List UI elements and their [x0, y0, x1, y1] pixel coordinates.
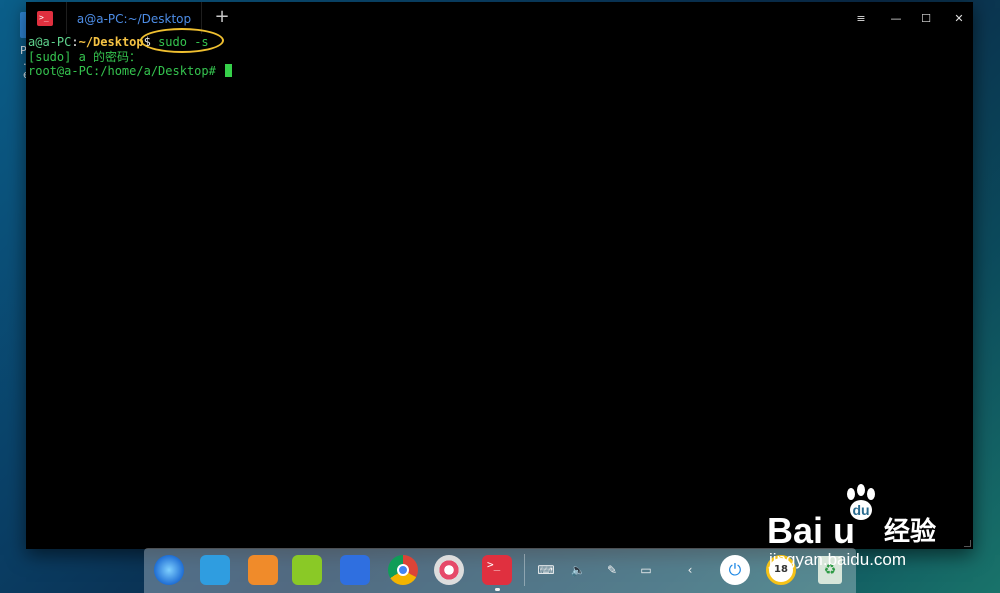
root-prompt: root@a-PC:/home/a/Desktop# [28, 64, 224, 78]
running-indicator [495, 588, 500, 591]
baidu-watermark: Bai u du 经验 jingyan.baidu.com [767, 484, 957, 574]
close-button[interactable]: ✕ [950, 10, 968, 28]
terminal-icon[interactable]: >_ [482, 555, 512, 585]
volume-icon[interactable]: 🔈 [568, 560, 588, 580]
minimize-button[interactable]: — [887, 10, 905, 28]
maximize-button[interactable]: ☐ [917, 10, 935, 28]
terminal-output[interactable]: a@a-PC:~/Desktop$ sudo -s [sudo] a 的密码： … [28, 28, 973, 549]
terminal-app-icon: >_ [37, 11, 53, 26]
terminal-line-1: a@a-PC:~/Desktop$ sudo -s [28, 28, 973, 53]
music-icon[interactable] [292, 555, 322, 585]
svg-text:du: du [852, 502, 869, 518]
prompt-user: a@a-PC [28, 35, 72, 49]
prompt-separator: : [71, 35, 79, 49]
resize-handle[interactable] [964, 540, 971, 547]
dock-separator [524, 554, 525, 586]
watermark-url: jingyan.baidu.com [769, 550, 907, 569]
file-manager-icon[interactable] [200, 555, 230, 585]
collapse-tray-icon[interactable]: ‹ [680, 560, 700, 580]
power-icon[interactable]: ⏻ [720, 555, 750, 585]
paw-icon: du [847, 484, 875, 520]
prompt-path: ~/Desktop [78, 35, 144, 49]
annotation-ellipse [140, 28, 224, 53]
settings-icon[interactable] [434, 555, 464, 585]
deepin-launcher-icon[interactable] [154, 555, 184, 585]
app-store-icon[interactable] [248, 555, 278, 585]
video-icon[interactable] [340, 555, 370, 585]
menu-button[interactable]: ≡ [852, 10, 870, 28]
pen-icon[interactable]: ✎ [602, 560, 622, 580]
watermark-cn-text: 经验 [884, 517, 937, 547]
keyboard-icon[interactable]: ⌨ [536, 560, 556, 580]
terminal-line-3: root@a-PC:/home/a/Desktop# [28, 64, 973, 79]
chrome-icon[interactable] [388, 555, 418, 585]
battery-icon[interactable]: ▭ [636, 560, 656, 580]
text-cursor [225, 64, 233, 77]
add-tab-button[interactable]: + [212, 6, 232, 28]
dock: >_ ⌨ 🔈 ✎ ▭ ‹ ⏻ 18 ♻ [144, 548, 856, 593]
terminal-window[interactable]: >_ a@a-PC:~/Desktop + ≡ — ☐ ✕ a@a-PC:~/D… [26, 2, 973, 549]
